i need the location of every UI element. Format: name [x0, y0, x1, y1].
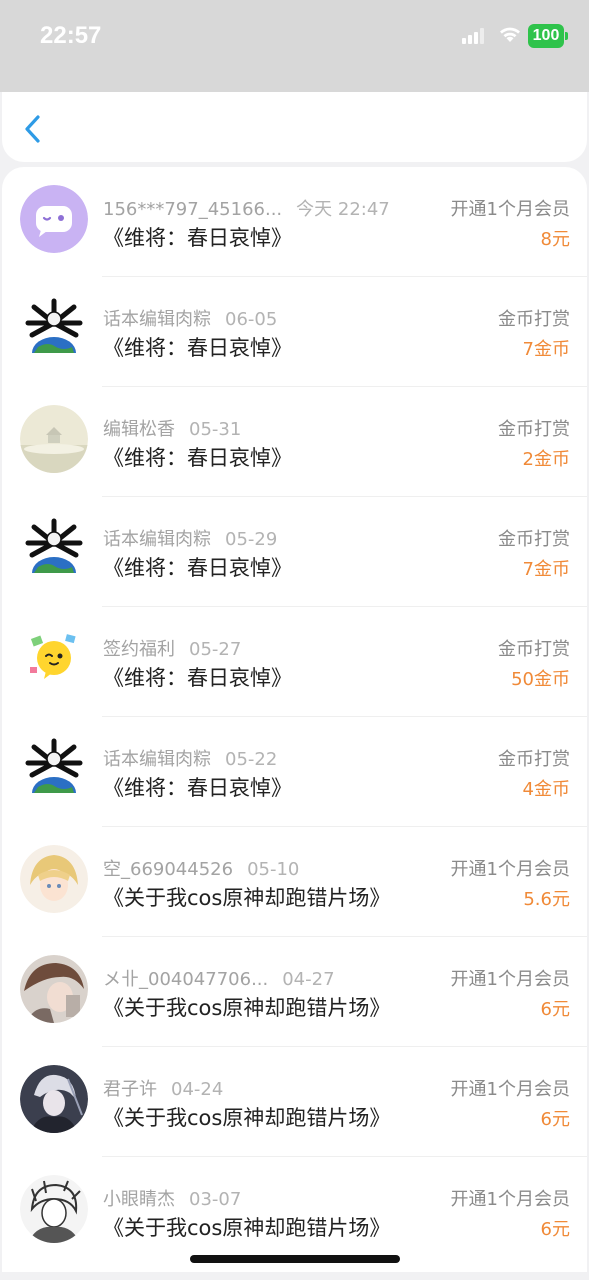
reward-type: 金币打赏	[498, 529, 570, 550]
list-item[interactable]: 话本编辑肉粽 05-22 《维将：春日哀悼》 金币打赏 4金币	[2, 717, 587, 827]
reward-amount: 6元	[540, 999, 570, 1020]
user-meta: 空_669044526 05-10	[103, 855, 299, 881]
list-item[interactable]: 空_669044526 05-10 《关于我cos原神却跑错片场》 开通1个月会员…	[2, 827, 587, 937]
user-meta: 话本编辑肉粽 06-05	[103, 305, 277, 331]
home-indicator[interactable]	[190, 1255, 400, 1263]
list-item[interactable]: 话本编辑肉粽 06-05 《维将：春日哀悼》 金币打赏 7金币	[2, 277, 587, 387]
wifi-icon	[500, 27, 520, 42]
reward-type: 金币打赏	[498, 749, 570, 770]
reward-amount: 50金币	[511, 669, 570, 690]
reward-type: 开通1个月会员	[450, 1079, 570, 1100]
work-title: 《维将：春日哀悼》	[103, 446, 292, 470]
reward-list: 156***797_45166... 今天 22:47 《维将：春日哀悼》 开通1…	[2, 167, 587, 1272]
user-meta: 话本编辑肉粽 05-29	[103, 525, 277, 551]
date: 今天 22:47	[296, 199, 390, 220]
username: 小眼睛杰	[103, 1189, 175, 1210]
work-title: 《关于我cos原神却跑错片场》	[103, 1216, 391, 1240]
user-meta: 编辑松香 05-31	[103, 415, 241, 441]
user-meta: メ卝_004047706... 04-27	[103, 965, 335, 991]
list-item[interactable]: 话本编辑肉粽 05-29 《维将：春日哀悼》 金币打赏 7金币	[2, 497, 587, 607]
username: メ卝_004047706...	[103, 969, 269, 990]
reward-type: 金币打赏	[498, 419, 570, 440]
username: 签约福利	[103, 639, 175, 660]
reward-type: 开通1个月会员	[450, 199, 570, 220]
reward-amount: 5.6元	[523, 889, 570, 910]
earth-bones-avatar[interactable]	[20, 515, 88, 583]
reward-amount: 7金币	[522, 559, 570, 580]
username: 话本编辑肉粽	[103, 749, 211, 770]
work-title: 《关于我cos原神却跑错片场》	[103, 1106, 391, 1130]
work-title: 《维将：春日哀悼》	[103, 556, 292, 580]
username: 编辑松香	[103, 419, 175, 440]
reward-amount: 6元	[540, 1219, 570, 1240]
date: 05-10	[247, 859, 300, 880]
cellular-signal-icon	[462, 28, 484, 44]
username: 156***797_45166...	[103, 199, 283, 220]
user-meta: 君子许 04-24	[103, 1075, 223, 1101]
reward-type: 开通1个月会员	[450, 859, 570, 880]
dark-character-avatar[interactable]	[20, 1065, 88, 1133]
list-item[interactable]: 签约福利 05-27 《维将：春日哀悼》 金币打赏 50金币	[2, 607, 587, 717]
reward-amount: 6元	[540, 1109, 570, 1130]
yellow-bubble-avatar[interactable]	[20, 625, 88, 693]
date: 05-29	[225, 529, 278, 550]
work-title: 《维将：春日哀悼》	[103, 336, 292, 360]
list-item[interactable]: 小眼睛杰 03-07 《关于我cos原神却跑错片场》 开通1个月会员 6元	[2, 1157, 587, 1267]
user-meta: 话本编辑肉粽 05-22	[103, 745, 277, 771]
back-arrow-icon[interactable]	[20, 114, 46, 144]
list-item[interactable]: メ卝_004047706... 04-27 《关于我cos原神却跑错片场》 开通1…	[2, 937, 587, 1047]
date: 03-07	[189, 1189, 242, 1210]
list-item[interactable]: 156***797_45166... 今天 22:47 《维将：春日哀悼》 开通1…	[2, 167, 587, 277]
status-bar: 22:57 100	[0, 0, 589, 92]
work-title: 《维将：春日哀悼》	[103, 776, 292, 800]
date: 05-22	[225, 749, 278, 770]
earth-bones-avatar[interactable]	[20, 295, 88, 363]
list-item[interactable]: 编辑松香 05-31 《维将：春日哀悼》 金币打赏 2金币	[2, 387, 587, 497]
username: 君子许	[103, 1079, 157, 1100]
sketch-character-avatar[interactable]	[20, 1175, 88, 1243]
earth-bones-avatar[interactable]	[20, 735, 88, 803]
reward-type: 开通1个月会员	[450, 969, 570, 990]
reward-amount: 2金币	[522, 449, 570, 470]
reward-type: 金币打赏	[498, 639, 570, 660]
date: 05-27	[189, 639, 242, 660]
reward-type: 开通1个月会员	[450, 1189, 570, 1210]
username: 话本编辑肉粽	[103, 529, 211, 550]
work-title: 《维将：春日哀悼》	[103, 226, 292, 250]
brown-hair-avatar[interactable]	[20, 955, 88, 1023]
date: 04-27	[282, 969, 335, 990]
user-meta: 签约福利 05-27	[103, 635, 241, 661]
reward-amount: 7金币	[522, 339, 570, 360]
work-title: 《关于我cos原神却跑错片场》	[103, 886, 391, 910]
reward-type: 金币打赏	[498, 309, 570, 330]
battery-indicator: 100	[528, 24, 568, 48]
user-meta: 156***797_45166... 今天 22:47	[103, 195, 390, 221]
blonde-character-avatar[interactable]	[20, 845, 88, 913]
date: 04-24	[171, 1079, 224, 1100]
user-meta: 小眼睛杰 03-07	[103, 1185, 241, 1211]
list-item[interactable]: 君子许 04-24 《关于我cos原神却跑错片场》 开通1个月会员 6元	[2, 1047, 587, 1157]
username: 话本编辑肉粽	[103, 309, 211, 330]
misty-pavilion-avatar[interactable]	[20, 405, 88, 473]
work-title: 《关于我cos原神却跑错片场》	[103, 996, 391, 1020]
status-time: 22:57	[40, 22, 102, 49]
nav-bar	[2, 92, 587, 162]
username: 空_669044526	[103, 859, 234, 880]
date: 05-31	[189, 419, 242, 440]
date: 06-05	[225, 309, 278, 330]
work-title: 《维将：春日哀悼》	[103, 666, 292, 690]
reward-amount: 4金币	[522, 779, 570, 800]
battery-level: 100	[528, 24, 564, 48]
reward-amount: 8元	[540, 229, 570, 250]
chat-bubble-avatar[interactable]	[20, 185, 88, 253]
